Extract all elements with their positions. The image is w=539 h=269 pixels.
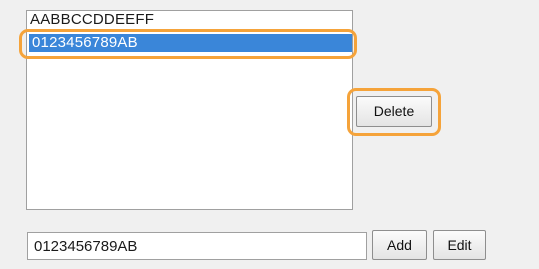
list-item-selected[interactable]: 0123456789AB (29, 34, 352, 52)
mac-address-input[interactable] (27, 232, 367, 260)
list-item[interactable]: AABBCCDDEEFF (28, 11, 350, 28)
add-button[interactable]: Add (372, 230, 427, 260)
mac-address-listbox[interactable]: AABBCCDDEEFF 0123456789AB (26, 10, 353, 210)
delete-button[interactable]: Delete (356, 96, 432, 127)
edit-button[interactable]: Edit (433, 230, 486, 260)
